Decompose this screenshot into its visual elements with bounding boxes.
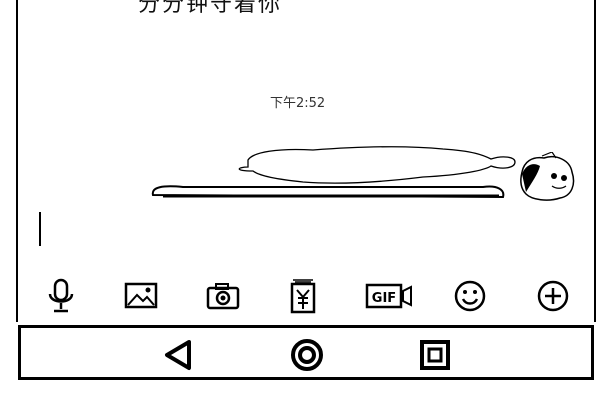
recents-button[interactable] [418,338,452,372]
gif-label: GIF [372,291,396,306]
input-toolbar: GIF [18,270,594,320]
outgoing-message-bubble[interactable] [143,135,518,205]
emoji-icon [454,280,486,312]
red-packet-button[interactable] [283,276,323,316]
emoji-button[interactable] [450,276,490,316]
image-button[interactable] [121,276,161,316]
gif-button[interactable]: GIF [364,276,414,316]
red-packet-icon [290,279,316,314]
user-avatar[interactable] [512,152,578,202]
system-navigation-bar [18,325,594,380]
back-button[interactable] [161,338,195,372]
chat-message-area[interactable]: 分分钟守着你 下午2:52 [18,0,594,262]
recents-icon [420,340,450,370]
screen-right-edge [594,0,596,322]
plus-icon [537,280,569,312]
scribble-redaction [238,146,516,184]
back-icon [165,340,191,370]
voice-button[interactable] [41,276,81,316]
microphone-icon [48,278,74,313]
camera-icon [206,283,240,310]
camera-button[interactable] [203,276,243,316]
home-icon [291,339,323,371]
previous-message-text: 分分钟守着你 [138,0,283,17]
more-options-button[interactable] [533,276,573,316]
text-input-cursor[interactable] [39,212,41,246]
gif-icon: GIF [365,283,412,309]
message-timestamp: 下午2:52 [270,96,326,111]
image-icon [124,282,158,309]
home-button[interactable] [290,338,324,372]
